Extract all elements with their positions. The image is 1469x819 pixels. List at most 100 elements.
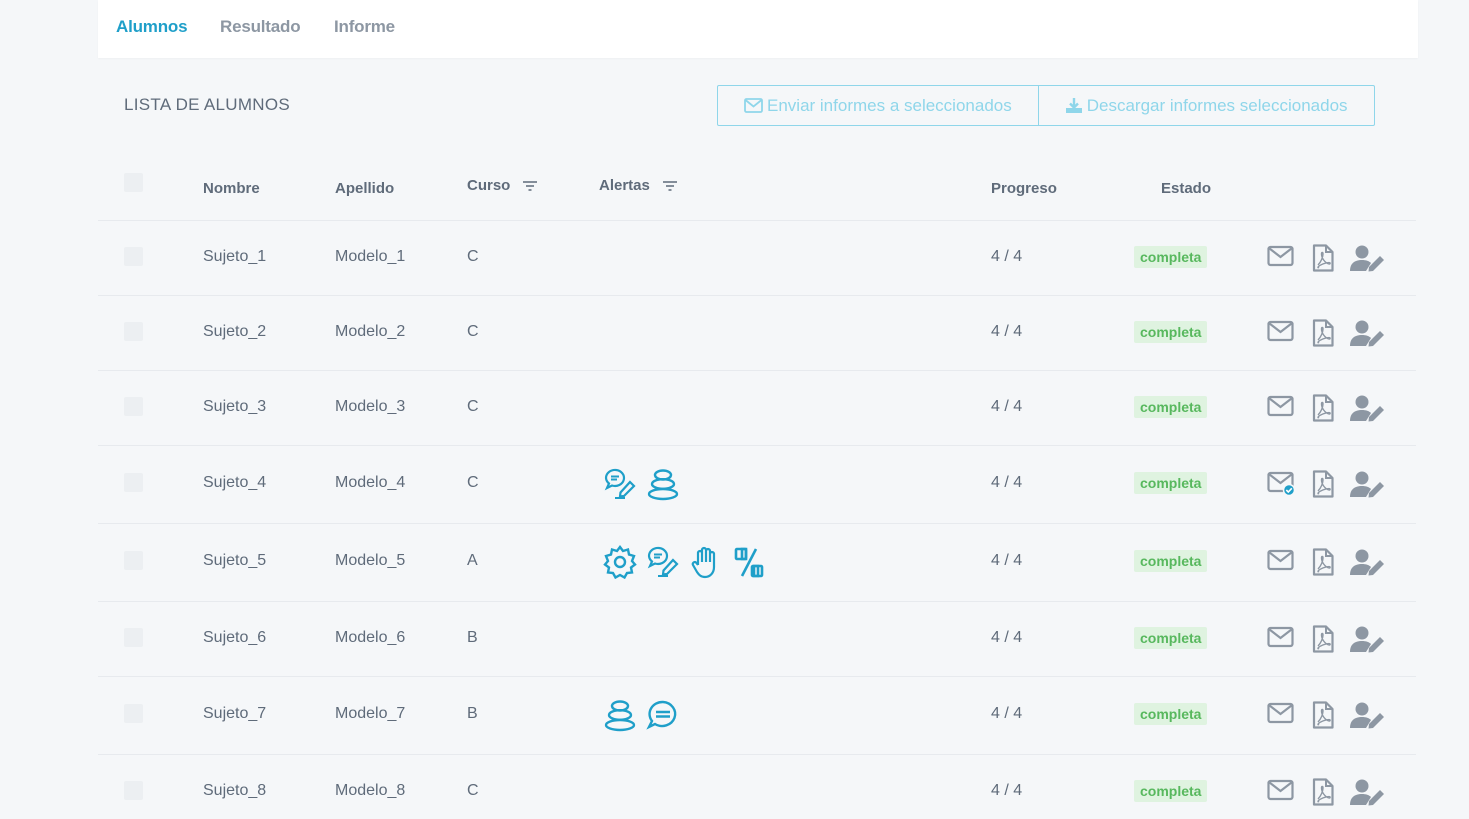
student-course: C (467, 323, 479, 340)
status-badge: completa (1134, 321, 1208, 343)
envelope-icon (744, 98, 763, 113)
send-reports-button[interactable]: Enviar informes a seleccionados (718, 86, 1038, 125)
student-last-name: Modelo_7 (335, 705, 406, 722)
row-divider (98, 676, 1416, 677)
select-all-checkbox[interactable] (124, 173, 143, 192)
envelope-icon[interactable] (1267, 244, 1295, 270)
tab-resultado[interactable]: Resultado (220, 17, 301, 37)
envelope-icon[interactable] (1267, 319, 1295, 345)
user-edit-icon[interactable] (1350, 778, 1386, 806)
student-last-name: Modelo_5 (335, 552, 406, 569)
envelope-icon[interactable] (1267, 778, 1295, 804)
student-course: C (467, 398, 479, 415)
row-divider (98, 601, 1416, 602)
student-first-name: Sujeto_4 (203, 474, 267, 491)
user-edit-icon[interactable] (1350, 244, 1386, 272)
row-divider (98, 523, 1416, 524)
row-checkbox[interactable] (124, 247, 143, 266)
student-first-name: Sujeto_1 (203, 248, 267, 265)
user-edit-icon[interactable] (1350, 470, 1386, 498)
envelope-sent-icon[interactable] (1267, 470, 1295, 496)
student-last-name: Modelo_3 (335, 398, 406, 415)
column-header-estado[interactable]: Estado (1161, 180, 1211, 197)
progress-value: 4 / 4 (991, 323, 1023, 340)
envelope-icon[interactable] (1267, 394, 1295, 420)
student-last-name: Modelo_6 (335, 629, 406, 646)
status-badge: completa (1134, 246, 1208, 268)
user-edit-icon[interactable] (1350, 548, 1386, 576)
row-checkbox[interactable] (124, 704, 143, 723)
status-badge: completa (1134, 780, 1208, 802)
row-checkbox[interactable] (124, 473, 143, 492)
pdf-file-icon[interactable] (1312, 319, 1334, 347)
stacked-stones-icon[interactable] (603, 698, 637, 732)
filter-icon[interactable] (662, 180, 678, 192)
speech-pencil-icon[interactable] (603, 467, 637, 501)
student-course: C (467, 782, 479, 799)
stacked-stones-icon[interactable] (646, 467, 680, 501)
column-header-alertas[interactable]: Alertas (599, 177, 678, 194)
user-edit-icon[interactable] (1350, 394, 1386, 422)
student-last-name: Modelo_4 (335, 474, 406, 491)
column-header-alertas-label: Alertas (599, 177, 650, 194)
row-checkbox[interactable] (124, 397, 143, 416)
user-edit-icon[interactable] (1350, 625, 1386, 653)
column-header-progreso[interactable]: Progreso (991, 180, 1057, 197)
progress-value: 4 / 4 (991, 705, 1023, 722)
student-course: B (467, 705, 478, 722)
row-checkbox[interactable] (124, 322, 143, 341)
student-first-name: Sujeto_3 (203, 398, 267, 415)
row-checkbox[interactable] (124, 781, 143, 800)
pdf-file-icon[interactable] (1312, 625, 1334, 653)
progress-value: 4 / 4 (991, 629, 1023, 646)
student-course: B (467, 629, 478, 646)
envelope-icon[interactable] (1267, 701, 1295, 727)
speech-bubble-icon[interactable] (646, 698, 680, 732)
student-first-name: Sujeto_7 (203, 705, 267, 722)
progress-value: 4 / 4 (991, 248, 1023, 265)
student-course: A (467, 552, 478, 569)
row-divider (98, 754, 1416, 755)
report-actions: Enviar informes a seleccionados Descarga… (717, 85, 1375, 126)
status-badge: completa (1134, 472, 1208, 494)
pdf-file-icon[interactable] (1312, 778, 1334, 806)
pdf-file-icon[interactable] (1312, 394, 1334, 422)
student-last-name: Modelo_1 (335, 248, 406, 265)
pdf-file-icon[interactable] (1312, 244, 1334, 272)
speech-pencil-icon[interactable] (646, 545, 680, 579)
progress-value: 4 / 4 (991, 474, 1023, 491)
tab-informe[interactable]: Informe (334, 17, 395, 37)
column-header-curso[interactable]: Curso (467, 177, 538, 194)
tab-alumnos[interactable]: Alumnos (116, 17, 188, 37)
student-course: C (467, 248, 479, 265)
user-edit-icon[interactable] (1350, 319, 1386, 347)
column-header-apellido[interactable]: Apellido (335, 180, 394, 197)
row-divider (98, 295, 1416, 296)
gear-icon[interactable] (603, 545, 637, 579)
envelope-icon[interactable] (1267, 548, 1295, 574)
row-checkbox[interactable] (124, 628, 143, 647)
progress-value: 4 / 4 (991, 782, 1023, 799)
status-badge: completa (1134, 550, 1208, 572)
row-divider (98, 220, 1416, 221)
pdf-file-icon[interactable] (1312, 470, 1334, 498)
pdf-file-icon[interactable] (1312, 548, 1334, 576)
download-reports-button[interactable]: Descargar informes seleccionados (1037, 86, 1374, 125)
download-icon (1065, 97, 1083, 114)
row-divider (98, 370, 1416, 371)
section-title: LISTA DE ALUMNOS (124, 95, 291, 114)
filter-icon[interactable] (522, 180, 538, 192)
student-last-name: Modelo_8 (335, 782, 406, 799)
raised-hand-icon[interactable] (689, 545, 723, 579)
student-first-name: Sujeto_6 (203, 629, 267, 646)
percent-icon[interactable] (732, 545, 766, 579)
send-reports-label: Enviar informes a seleccionados (767, 95, 1012, 115)
row-checkbox[interactable] (124, 551, 143, 570)
column-header-nombre[interactable]: Nombre (203, 180, 260, 197)
status-badge: completa (1134, 703, 1208, 725)
user-edit-icon[interactable] (1350, 701, 1386, 729)
column-header-curso-label: Curso (467, 177, 511, 194)
envelope-icon[interactable] (1267, 625, 1295, 651)
status-badge: completa (1134, 396, 1208, 418)
pdf-file-icon[interactable] (1312, 701, 1334, 729)
